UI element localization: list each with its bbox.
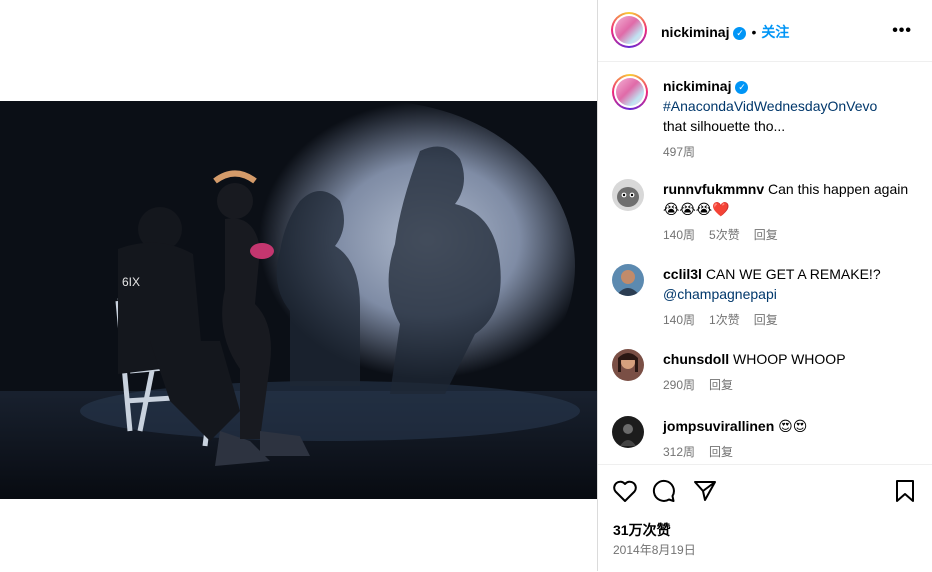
media-pane: 6IX xyxy=(0,0,597,571)
comment-age[interactable]: 312周 xyxy=(663,445,695,459)
verified-icon: ✓ xyxy=(735,80,749,94)
caption-meta: 497周 xyxy=(663,142,923,162)
comment-meta: 290周 回复 xyxy=(663,375,919,395)
reply-button[interactable]: 回复 xyxy=(754,313,778,327)
reply-button[interactable]: 回复 xyxy=(709,445,733,459)
comment-meta: 140周 5次赞 回复 xyxy=(663,225,919,245)
comment-username[interactable]: jompsuvirallinen xyxy=(663,418,774,434)
comment-username[interactable]: cclil3l xyxy=(663,266,702,282)
post-header: nickiminaj ✓ • 关注 ••• xyxy=(598,0,932,62)
comment-username[interactable]: chunsdoll xyxy=(663,351,729,367)
header-username[interactable]: nickiminaj xyxy=(661,24,729,40)
follow-button[interactable]: 关注 xyxy=(761,24,789,40)
comment-username[interactable]: runnvfukmmnv xyxy=(663,181,764,197)
comment-mention[interactable]: @champagnepapi xyxy=(663,284,919,304)
reply-button[interactable]: 回复 xyxy=(709,378,733,392)
caption-username[interactable]: nickiminaj xyxy=(663,78,731,94)
comment-age[interactable]: 140周 xyxy=(663,313,695,327)
header-user-line: nickiminaj ✓ • 关注 xyxy=(661,22,789,42)
caption-hashtag[interactable]: #AnacondaVidWednesdayOnVevo xyxy=(663,96,923,116)
caption-age[interactable]: 497周 xyxy=(663,145,695,159)
likes-count[interactable]: 31万次赞 xyxy=(613,520,671,540)
more-options-icon[interactable]: ••• xyxy=(892,22,912,40)
comment-meta: 140周 1次赞 回复 xyxy=(663,310,919,330)
comment-avatar[interactable] xyxy=(612,349,644,381)
comment-age[interactable]: 290周 xyxy=(663,378,695,392)
comment-avatar[interactable] xyxy=(612,179,644,211)
comment-text: WHOOP WHOOP xyxy=(733,351,846,367)
comment-body: chunsdoll WHOOP WHOOP 290周 回复 xyxy=(663,349,919,395)
svg-text:6IX: 6IX xyxy=(122,275,140,289)
comment-likes[interactable]: 1次赞 xyxy=(709,313,740,327)
caption-text-block: nickiminaj ✓ #AnacondaVidWednesdayOnVevo … xyxy=(663,76,923,162)
post-details: nickiminaj ✓ • 关注 ••• nickiminaj ✓ #Anaconda… xyxy=(598,0,932,571)
comment-text: 😍😍 xyxy=(778,418,808,434)
caption-avatar[interactable] xyxy=(612,74,648,110)
separator-dot: • xyxy=(751,24,757,40)
comment-avatar[interactable] xyxy=(612,264,644,296)
share-icon[interactable] xyxy=(692,479,718,508)
verified-icon: ✓ xyxy=(733,26,747,40)
comment-age[interactable]: 140周 xyxy=(663,228,695,242)
caption-text: that silhouette tho... xyxy=(663,118,786,134)
comment-body: cclil3l CAN WE GET A REMAKE!? @champagne… xyxy=(663,264,919,330)
post-date[interactable]: 2014年8月19日 xyxy=(613,541,696,558)
comment-meta: 312周 回复 xyxy=(663,442,919,462)
comment-likes[interactable]: 5次赞 xyxy=(709,228,740,242)
comment-icon[interactable] xyxy=(651,479,677,508)
comment-body: runnvfukmmnv Can this happen again 😭😭😭❤️… xyxy=(663,179,919,245)
actions-bar: 31万次赞 2014年8月19日 xyxy=(598,464,932,572)
comment-avatar[interactable] xyxy=(612,416,644,448)
reply-button[interactable]: 回复 xyxy=(754,228,778,242)
comment-body: jompsuvirallinen 😍😍 312周 回复 xyxy=(663,416,919,462)
comments-list: nickiminaj ✓ #AnacondaVidWednesdayOnVevo … xyxy=(598,62,932,464)
avatar[interactable] xyxy=(611,12,647,48)
comment-text: CAN WE GET A REMAKE!? xyxy=(705,266,881,282)
photo-illustration: 6IX xyxy=(0,101,597,499)
bookmark-icon[interactable] xyxy=(894,479,916,508)
heart-icon[interactable] xyxy=(612,479,638,508)
post-photo[interactable]: 6IX xyxy=(0,101,597,499)
